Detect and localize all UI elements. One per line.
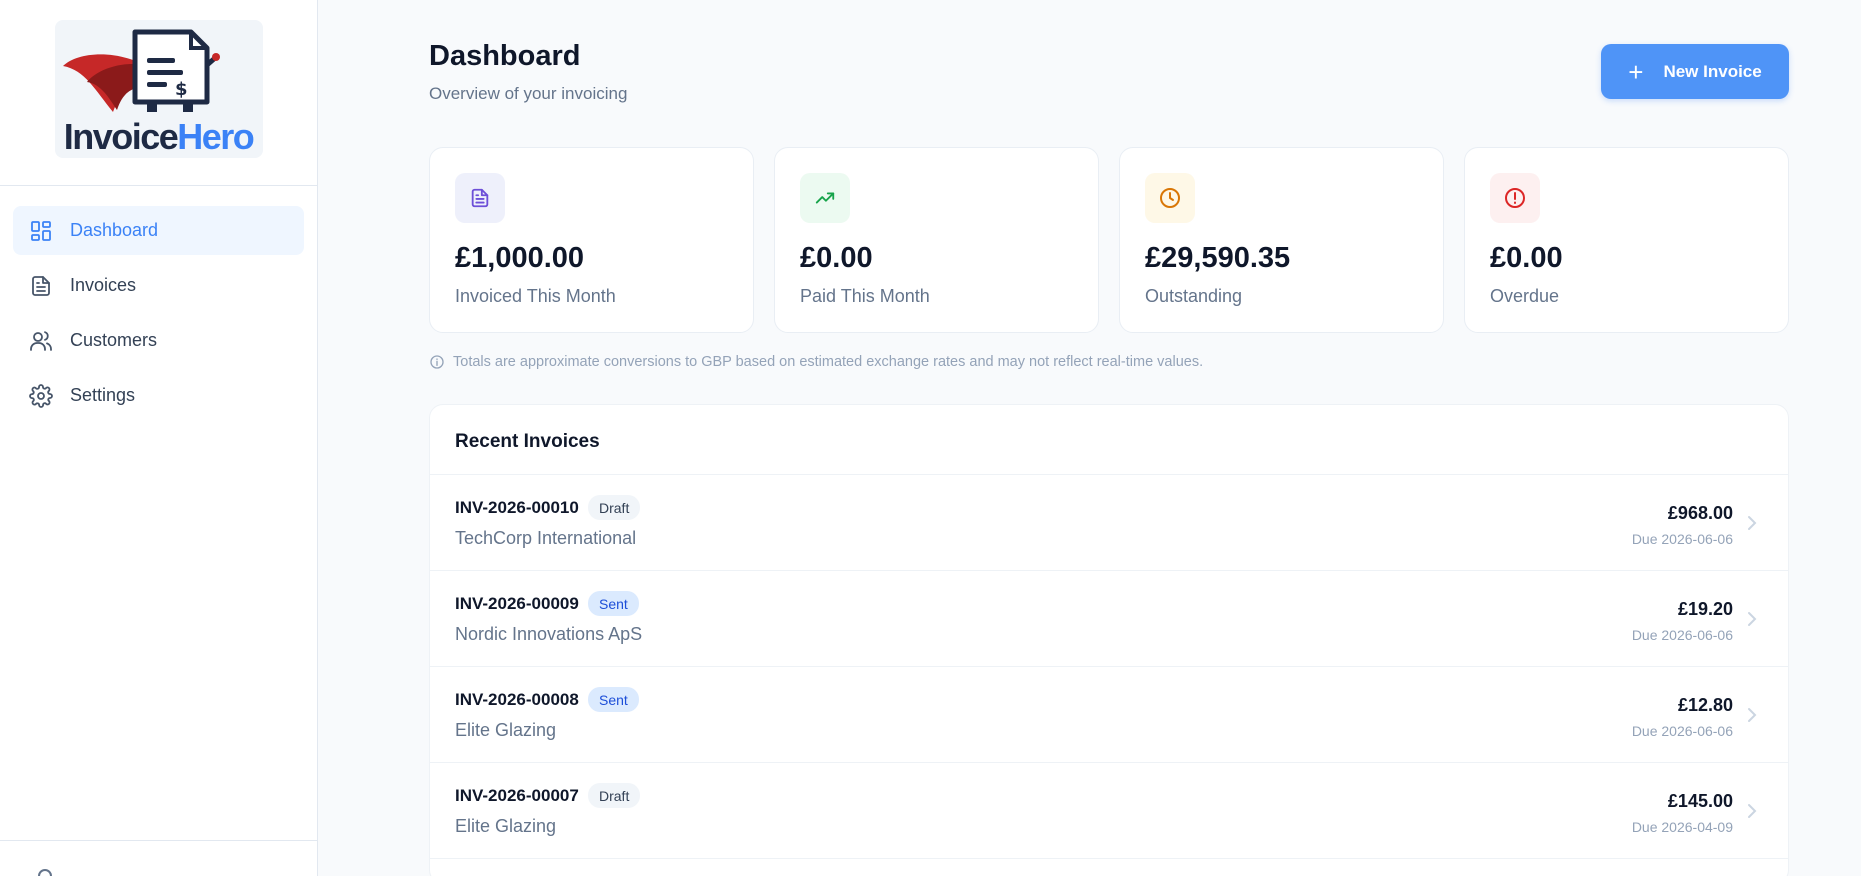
stat-card-paid: £0.00 Paid This Month [774, 147, 1099, 333]
chevron-right-icon [1748, 804, 1757, 818]
stat-card-overdue: £0.00 Overdue [1464, 147, 1789, 333]
logo-text: InvoiceHero [55, 116, 263, 158]
invoice-number: INV-2026-00010 [455, 498, 579, 517]
stat-label: Overdue [1490, 286, 1560, 306]
plus-icon: + [1628, 56, 1644, 87]
chevron-right-icon [1748, 708, 1757, 722]
new-invoice-label: New Invoice [1663, 61, 1762, 81]
stat-amount: £29,590.35 [1145, 242, 1291, 274]
invoice-customer: TechCorp International [455, 528, 637, 548]
conversion-note: Totals are approximate conversions to GB… [429, 354, 1203, 370]
invoice-number: INV-2026-00007 [455, 786, 579, 805]
invoice-amount: £12.80 [1677, 695, 1733, 715]
status-badge: Draft [588, 495, 641, 520]
users-icon [28, 328, 54, 354]
invoice-due-date: Due 2026-04-09 [1631, 819, 1733, 835]
invoice-due-date: Due 2026-06-06 [1631, 627, 1733, 643]
invoice-customer: Elite Glazing [455, 816, 557, 836]
main-content: Dashboard Overview of your invoicing + N… [318, 0, 1861, 876]
page-subtitle: Overview of your invoicing [429, 84, 628, 103]
app-logo[interactable]: $ InvoiceHero [54, 20, 263, 158]
stat-card-outstanding: £29,590.35 Outstanding [1119, 147, 1444, 333]
trending-up-icon [800, 173, 850, 223]
document-icon [455, 173, 505, 223]
stat-amount: £0.00 [800, 242, 873, 274]
sidebar-footer [0, 840, 317, 876]
stat-label: Paid This Month [800, 286, 930, 306]
stat-amount: £1,000.00 [455, 242, 585, 274]
sidebar-nav: Dashboard Invoices Customers Settings [0, 186, 317, 420]
invoice-due-date: Due 2026-06-06 [1631, 723, 1733, 739]
page-title: Dashboard [429, 40, 581, 72]
status-badge: Sent [588, 687, 639, 712]
invoice-row[interactable]: INV-2026-00009 Sent Nordic Innovations A… [430, 571, 1788, 667]
new-invoice-button[interactable]: + New Invoice [1601, 44, 1789, 99]
invoice-customer: Elite Glazing [455, 720, 557, 740]
stat-label: Outstanding [1145, 286, 1243, 306]
invoice-row[interactable]: INV-2026-00008 Sent Elite Glazing £12.80… [430, 667, 1788, 763]
alert-circle-icon [1490, 173, 1540, 223]
recent-invoices-title: Recent Invoices [430, 405, 1788, 475]
status-badge: Sent [588, 591, 639, 616]
conversion-note-text: Totals are approximate conversions to GB… [453, 354, 1204, 370]
stat-amount: £0.00 [1490, 242, 1563, 274]
sidebar-item-invoices[interactable]: Invoices [13, 261, 304, 310]
stat-label: Invoiced This Month [455, 286, 616, 306]
gear-icon [28, 383, 54, 409]
dashboard-grid-icon [28, 218, 54, 244]
invoice-customer: Nordic Innovations ApS [455, 624, 643, 644]
invoice-amount: £145.00 [1667, 791, 1733, 811]
logo-area: $ InvoiceHero [0, 0, 317, 186]
sidebar-item-label: Invoices [70, 275, 137, 295]
invoice-row[interactable]: INV-2026-00010 Draft TechCorp Internatio… [430, 475, 1788, 571]
invoice-number: INV-2026-00009 [455, 594, 579, 613]
chevron-right-icon [1748, 516, 1757, 530]
clock-icon [1145, 173, 1195, 223]
info-icon [430, 355, 444, 369]
invoice-row[interactable]: INV-2026-00007 Draft Elite Glazing £145.… [430, 763, 1788, 859]
sidebar-item-customers[interactable]: Customers [13, 316, 304, 365]
invoice-amount: £19.20 [1677, 599, 1733, 619]
stats-cards: £1,000.00 Invoiced This Month £0.00 Paid… [429, 147, 1789, 333]
invoice-number: INV-2026-00008 [455, 690, 579, 709]
stat-card-invoiced: £1,000.00 Invoiced This Month [429, 147, 754, 333]
svg-text:$: $ [175, 79, 188, 100]
user-avatar-icon[interactable] [38, 869, 52, 876]
logo-word-hero: Hero [177, 116, 255, 157]
sidebar-item-label: Settings [70, 385, 136, 405]
document-icon [28, 273, 54, 299]
sidebar: $ InvoiceHero Dashboard Invoices Custome… [0, 0, 318, 876]
sidebar-item-label: Dashboard [70, 220, 159, 240]
status-badge: Draft [588, 783, 641, 808]
sidebar-item-dashboard[interactable]: Dashboard [13, 206, 304, 255]
sidebar-item-label: Customers [70, 330, 158, 350]
recent-invoices-panel: Recent Invoices INV-2026-00010 Draft Tec… [429, 404, 1789, 876]
invoice-due-date: Due 2026-06-06 [1631, 531, 1733, 547]
logo-word-invoice: Invoice [63, 116, 179, 157]
invoice-amount: £968.00 [1667, 503, 1733, 523]
chevron-right-icon [1748, 612, 1757, 626]
sidebar-item-settings[interactable]: Settings [13, 371, 304, 420]
